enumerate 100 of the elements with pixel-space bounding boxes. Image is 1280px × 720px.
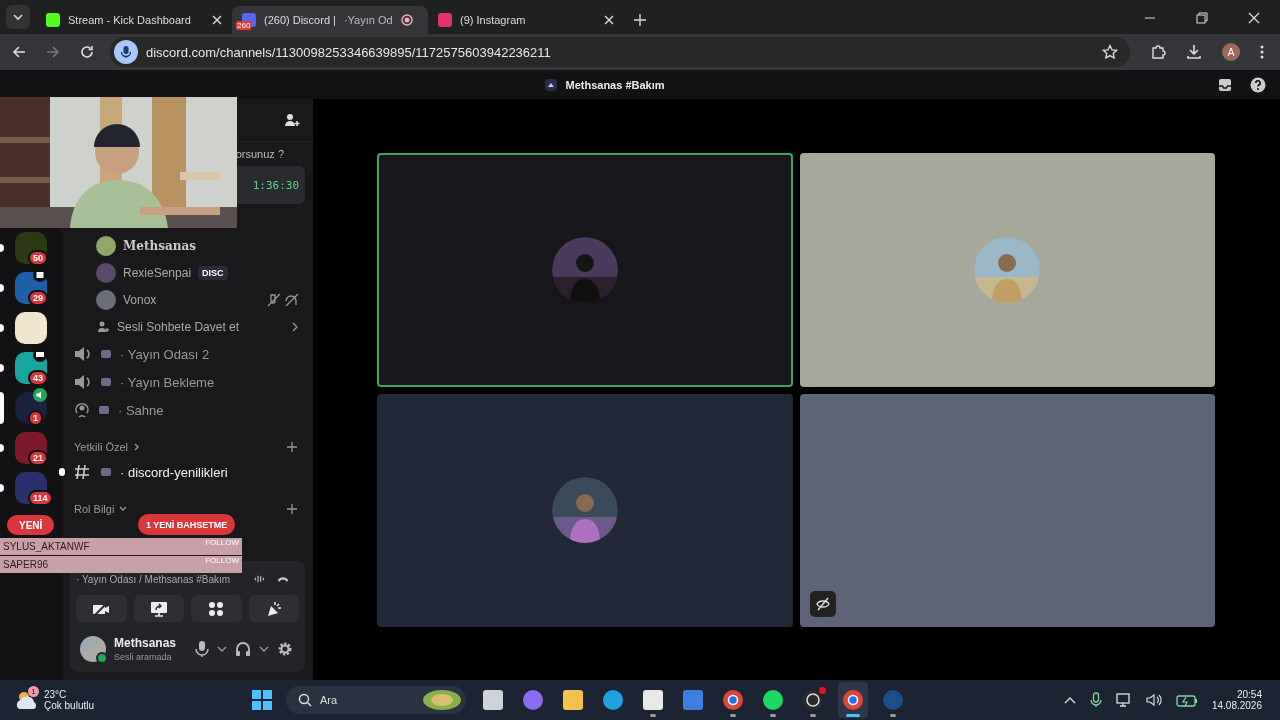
soundboard-button[interactable]: [248, 595, 299, 622]
message-preview: orsunuz ?: [235, 148, 284, 160]
avatar[interactable]: [80, 636, 106, 662]
inbox-icon[interactable]: [1218, 77, 1232, 92]
volume-icon[interactable]: [1145, 693, 1162, 707]
microphone-icon[interactable]: [1089, 692, 1102, 708]
favicon-icon: [46, 13, 60, 27]
headphones-icon[interactable]: [235, 641, 251, 657]
activities-button[interactable]: [191, 595, 242, 622]
app-icon: [882, 689, 904, 711]
app-icon: [762, 689, 784, 711]
back-icon[interactable]: [12, 45, 26, 59]
voice-user[interactable]: RexieSenpai DISC: [96, 259, 299, 286]
search-field[interactable]: Ara: [286, 686, 466, 714]
speaker-icon: [74, 346, 92, 362]
notification-dot: [819, 687, 826, 694]
stage-icon: [74, 402, 90, 418]
app-icon: [522, 689, 544, 711]
user-name: Methsanas: [123, 238, 196, 253]
video-tile[interactable]: [377, 153, 793, 387]
puzzle-icon[interactable]: [1150, 44, 1166, 60]
network-icon[interactable]: [1115, 693, 1132, 707]
close-icon[interactable]: [1248, 12, 1260, 24]
category-label[interactable]: Rol Bilgi: [74, 503, 115, 515]
plus-icon[interactable]: [287, 442, 297, 452]
channel-item[interactable]: · Sahne: [62, 396, 313, 424]
tab-search-button[interactable]: [6, 5, 30, 29]
clock-time[interactable]: 20:54: [1236, 689, 1262, 700]
browser-tab[interactable]: Stream - Kick Dashboard: [36, 6, 232, 34]
reload-icon[interactable]: [80, 45, 94, 59]
restore-icon[interactable]: [1196, 12, 1208, 24]
chevron-icon[interactable]: [259, 645, 269, 653]
channel-item[interactable]: · Yayın Odası 2: [62, 340, 313, 368]
tab-title: ·Yayın Od: [343, 14, 393, 26]
new-tab-icon[interactable]: [634, 14, 646, 26]
star-icon[interactable]: [1102, 44, 1118, 60]
channel-item[interactable]: · discord-yenilikleri: [62, 458, 313, 486]
follow-label: FOLLOW: [205, 538, 239, 547]
follow-label: FOLLOW: [205, 556, 239, 565]
new-unreads-pill[interactable]: YENİ: [7, 515, 55, 535]
add-friend-icon[interactable]: [284, 112, 300, 128]
search-icon: [298, 693, 312, 707]
help-icon[interactable]: [1250, 76, 1266, 93]
more-icon[interactable]: [1260, 45, 1264, 59]
invite-row[interactable]: Sesli Sohbete Davet et: [96, 313, 299, 340]
add-user-icon: [96, 319, 110, 334]
grid-icon[interactable]: [252, 690, 272, 710]
profile-avatar[interactable]: A: [1222, 43, 1240, 61]
screen-share-button[interactable]: [133, 595, 184, 622]
emoji-icon: [100, 376, 112, 388]
user-name: RexieSenpai: [123, 265, 192, 280]
battery-icon[interactable]: [1175, 693, 1198, 707]
emoji-icon: [98, 404, 110, 416]
voice-user[interactable]: Vonox: [96, 286, 299, 313]
microphone-icon: [114, 40, 138, 64]
tab-title: Stream - Kick Dashboard: [68, 14, 191, 26]
follower-name: SYLUS_AKTANWF: [3, 541, 90, 552]
forward-icon[interactable]: [46, 45, 60, 59]
microphone-icon[interactable]: [195, 640, 209, 658]
party-popper-icon: [265, 600, 282, 617]
category-label[interactable]: Yetkili Özel: [74, 441, 128, 453]
voice-user[interactable]: Methsanas: [96, 232, 299, 259]
browser-tab[interactable]: 260 (260) Discord | ·Yayın Od: [232, 6, 428, 34]
mention-badge: 114: [28, 490, 53, 506]
window-stack-icon: [482, 689, 504, 711]
weather-condition: Çok bulutlu: [44, 700, 95, 711]
user-name: Vonox: [123, 292, 157, 307]
app-icon: [602, 689, 624, 711]
download-icon[interactable]: [1186, 44, 1202, 60]
video-tile[interactable]: [377, 393, 793, 627]
emoji-icon: [100, 466, 112, 478]
screen-share-icon: [149, 600, 168, 617]
settings-icon[interactable]: [277, 641, 293, 657]
voice-channel-location: · Yayın Odası / Methsanas #Bakım: [76, 573, 231, 585]
taskbar-app[interactable]: [838, 682, 868, 718]
speaker-icon: [33, 388, 47, 402]
hashtag-icon: [74, 464, 92, 480]
camera-off-icon[interactable]: [809, 591, 836, 617]
server-icon[interactable]: [15, 312, 47, 344]
clock-date[interactable]: 14.08.2026: [1211, 700, 1262, 711]
chevron-icon: [291, 321, 299, 332]
video-tile[interactable]: [799, 153, 1215, 387]
invite-label: Sesli Sohbete Davet et: [117, 319, 240, 334]
url-text: discord.com/channels/1130098253346639895/1172575603942236211: [146, 44, 551, 60]
video-tile[interactable]: [799, 393, 1215, 627]
plus-icon[interactable]: [287, 504, 297, 514]
channel-name: · discord-yenilikleri: [120, 464, 228, 480]
user-status: Sesli aramada: [114, 652, 173, 662]
chevron-icon[interactable]: [217, 645, 227, 653]
address-field[interactable]: discord.com/channels/1130098253346639895/1172575603942236211: [110, 37, 1130, 67]
browser-tab[interactable]: (9) Instagram: [428, 6, 624, 34]
app-icon: [722, 689, 744, 711]
new-mention-pill[interactable]: 1 YENİ BAHSETME: [138, 514, 236, 535]
close-icon[interactable]: [212, 15, 222, 25]
channel-name: · Sahne: [118, 402, 164, 418]
close-icon[interactable]: [604, 15, 614, 25]
camera-off-button[interactable]: [76, 595, 127, 622]
favicon-icon: [438, 13, 452, 27]
channel-item[interactable]: · Yayın Bekleme: [62, 368, 313, 396]
hang-up-icon[interactable]: [276, 574, 289, 584]
